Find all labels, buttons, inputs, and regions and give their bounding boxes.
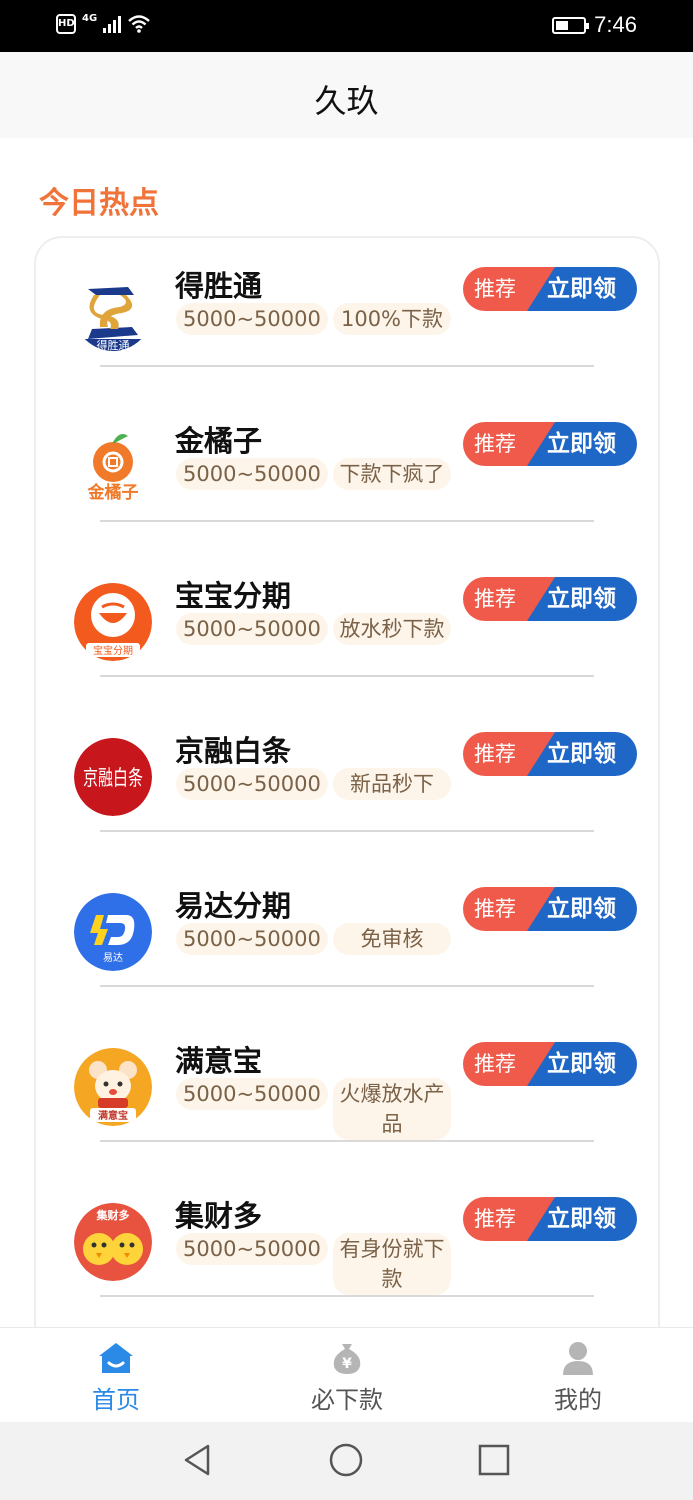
- orange-logo-icon: 金橘子: [74, 428, 152, 506]
- home-button-icon[interactable]: [328, 1442, 364, 1478]
- amount-range: 5000~50000: [176, 1078, 328, 1110]
- claim-button[interactable]: 推荐 立即领: [463, 422, 637, 466]
- user-icon: [563, 1342, 593, 1375]
- hd-icon: HD: [56, 14, 76, 34]
- nav-label: 必下款: [311, 1386, 383, 1414]
- home-icon: [99, 1343, 133, 1373]
- amount-range: 5000~50000: [176, 768, 328, 800]
- claim-button[interactable]: 推荐 立即领: [463, 577, 637, 621]
- claim-button[interactable]: 推荐 立即领: [463, 1197, 637, 1241]
- divider: [100, 1140, 594, 1142]
- product-tag: 火爆放水产品: [333, 1078, 451, 1140]
- list-item[interactable]: 宝宝分期 宝宝分期 5000~50000 放水秒下款 推荐 立即领: [0, 577, 693, 738]
- money-bag-icon: ¥: [333, 1344, 361, 1374]
- jicaiduo-logo: 集财多: [74, 1203, 152, 1281]
- logo-text: 得胜通: [97, 338, 130, 351]
- status-right: 7:46: [552, 12, 637, 38]
- product-name: 集财多: [175, 1199, 263, 1233]
- desheng-logo-icon: 得胜通: [74, 273, 152, 351]
- product-tag: 100%下款: [333, 303, 451, 335]
- nav-label: 首页: [92, 1386, 140, 1414]
- chick-mascot-icon: 集财多: [74, 1203, 152, 1281]
- amount-range: 5000~50000: [176, 458, 328, 490]
- system-nav-bar: [0, 1422, 693, 1500]
- list-item[interactable]: 得胜通 得胜通 5000~50000 100%下款 推荐 立即领: [0, 267, 693, 428]
- divider: [100, 520, 594, 522]
- logo-text: 京融白条: [83, 766, 143, 790]
- yida-logo: 易达: [74, 893, 152, 971]
- network-type: 4G: [82, 12, 98, 24]
- claim-button[interactable]: 推荐 立即领: [463, 1042, 637, 1086]
- nav-item-mine[interactable]: 我的: [498, 1328, 658, 1423]
- logo-text: 集财多: [96, 1208, 130, 1222]
- logo-text: 易达: [103, 952, 123, 964]
- nav-label: 我的: [554, 1386, 602, 1414]
- divider: [100, 675, 594, 677]
- logo-text: 金橘子: [87, 482, 139, 503]
- baobao-logo: 宝宝分期: [74, 583, 152, 661]
- amount-range: 5000~50000: [176, 303, 328, 335]
- product-name: 得胜通: [175, 269, 263, 303]
- product-name: 满意宝: [175, 1044, 263, 1078]
- list-item[interactable]: 易达 易达分期 5000~50000 免审核 推荐 立即领: [0, 887, 693, 1048]
- product-tag: 放水秒下款: [333, 613, 451, 645]
- jingrong-logo: 京融白条: [74, 738, 152, 816]
- product-name: 金橘子: [175, 424, 263, 458]
- claim-button[interactable]: 推荐 立即领: [463, 887, 637, 931]
- status-left: HD 4G: [56, 12, 151, 34]
- divider: [100, 985, 594, 987]
- page-title: 久玖: [314, 82, 379, 120]
- product-tag: 下款下疯了: [333, 458, 451, 490]
- product-name: 京融白条: [175, 734, 292, 768]
- product-name: 易达分期: [175, 889, 292, 923]
- product-tag: 新品秒下: [333, 768, 451, 800]
- battery-icon: [552, 16, 590, 34]
- bottom-nav: 首页 ¥ 必下款 我的: [0, 1327, 693, 1422]
- divider: [100, 1295, 594, 1297]
- amount-range: 5000~50000: [176, 613, 328, 645]
- clock: 7:46: [594, 12, 637, 37]
- nav-item-must-loan[interactable]: ¥ 必下款: [267, 1328, 427, 1423]
- jingrong-logo-icon: 京融白条: [74, 738, 152, 816]
- nav-item-home[interactable]: 首页: [36, 1328, 196, 1423]
- svg-text:¥: ¥: [342, 1356, 352, 1372]
- signal-icon: [103, 15, 122, 33]
- product-tag: 免审核: [333, 923, 451, 955]
- product-tag: 有身份就下款: [333, 1233, 451, 1295]
- list-item[interactable]: 满意宝 满意宝 5000~50000 火爆放水产品 推荐 立即领: [0, 1042, 693, 1203]
- amount-range: 5000~50000: [176, 923, 328, 955]
- section-title: 今日热点: [39, 186, 159, 221]
- orange-logo: 金橘子: [74, 428, 152, 506]
- bowl-icon: 宝宝分期: [74, 583, 152, 661]
- wifi-icon: [128, 15, 150, 33]
- product-name: 宝宝分期: [175, 579, 292, 613]
- list-item[interactable]: 金橘子 金橘子 5000~50000 下款下疯了 推荐 立即领: [0, 422, 693, 583]
- manyibao-logo: 满意宝: [74, 1048, 152, 1126]
- logo-text: 满意宝: [98, 1109, 128, 1122]
- claim-button[interactable]: 推荐 立即领: [463, 732, 637, 776]
- recents-icon[interactable]: [476, 1442, 512, 1478]
- yida-logo-icon: 易达: [74, 893, 152, 971]
- list-item[interactable]: 京融白条 京融白条 5000~50000 新品秒下 推荐 立即领: [0, 732, 693, 893]
- app-header: 久玖: [0, 52, 693, 138]
- mouse-mascot-icon: 满意宝: [74, 1048, 152, 1126]
- divider: [100, 365, 594, 367]
- amount-range: 5000~50000: [176, 1233, 328, 1265]
- desheng-logo: 得胜通: [74, 273, 152, 351]
- status-bar: HD 4G 7:46: [0, 0, 693, 52]
- divider: [100, 830, 594, 832]
- back-icon[interactable]: [180, 1442, 216, 1478]
- claim-button[interactable]: 推荐 立即领: [463, 267, 637, 311]
- logo-text: 宝宝分期: [93, 644, 133, 657]
